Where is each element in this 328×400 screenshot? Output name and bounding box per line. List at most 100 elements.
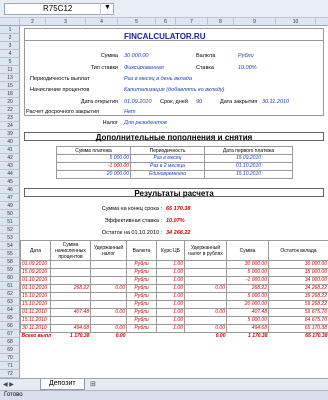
add-period[interactable]: Раз в 2 месяца	[130, 162, 205, 171]
add-date[interactable]: 01.10.2010	[204, 162, 293, 171]
select-all-corner[interactable]	[0, 18, 20, 26]
row-header[interactable]: 59	[0, 266, 20, 274]
row-currency: Рубли	[126, 292, 157, 301]
new-sheet-icon[interactable]: ⊞	[90, 380, 96, 388]
row-header[interactable]: 22	[0, 106, 20, 114]
row-header[interactable]: 39	[0, 130, 20, 138]
row-header[interactable]: 49	[0, 202, 20, 210]
row-tax-rub	[184, 300, 227, 309]
row-header[interactable]: 50	[0, 210, 20, 218]
add-date[interactable]: 15.10.2010	[204, 170, 293, 179]
row-header[interactable]: 70	[0, 354, 20, 362]
row-header[interactable]: 68	[0, 338, 20, 346]
table-row: 20 000.00 Единовременно 15.10.2010	[56, 170, 293, 179]
row-header[interactable]: 53	[0, 234, 20, 242]
row-header[interactable]: 13	[0, 74, 20, 82]
row-header[interactable]: 45	[0, 178, 20, 186]
row-currency: Рубли	[126, 316, 157, 325]
row-date: 15.09.2010	[20, 268, 51, 277]
tax-value[interactable]: Для резидентов	[124, 120, 167, 126]
tab-deposit[interactable]: Депозит	[40, 379, 85, 390]
row-interest: 494.68	[50, 324, 91, 333]
col-header[interactable]: 2	[20, 18, 46, 26]
table-row: 15.10.2010 Рубли 1.00 20 000.00 59 268.22	[20, 300, 328, 309]
row-header[interactable]: 4	[0, 50, 20, 58]
row-header[interactable]: 63	[0, 298, 20, 306]
row-header[interactable]: 54	[0, 242, 20, 250]
row-header[interactable]: 18	[0, 90, 20, 98]
name-box[interactable]: R75C12	[4, 3, 114, 15]
tab-nav-arrows-icon[interactable]: ◀ ▶	[3, 381, 14, 388]
row-header[interactable]: 52	[0, 226, 20, 234]
row-header[interactable]: 24	[0, 122, 20, 130]
row-header[interactable]: 5	[0, 58, 20, 66]
payout-value[interactable]: Раз в месяц в день вклада	[124, 76, 192, 82]
add-amount[interactable]: 20 000.00	[56, 170, 131, 179]
add-amount[interactable]: 5 000.00	[56, 154, 131, 163]
row-header[interactable]: 2	[0, 34, 20, 42]
add-date[interactable]: 15.09.2010	[204, 154, 293, 163]
term-value[interactable]: 90	[196, 99, 202, 105]
total-sum: 1 170.38	[248, 333, 268, 340]
row-header[interactable]: 40	[0, 138, 20, 146]
additions-title: Дополнительные пополнения и снятия	[24, 132, 324, 142]
row-interest	[50, 276, 91, 285]
row-header[interactable]: 11	[0, 66, 20, 74]
early-close-value[interactable]: Нет	[124, 109, 136, 115]
col-header[interactable]: 8	[208, 18, 234, 26]
add-amount[interactable]: -1 000.00	[56, 162, 131, 171]
row-header[interactable]: 1	[0, 26, 20, 34]
row-header[interactable]: 64	[0, 306, 20, 314]
row-header[interactable]: 67	[0, 330, 20, 338]
early-close-label: Расчет досрочного закрытия	[26, 109, 100, 115]
row-header[interactable]: 43	[0, 162, 20, 170]
row-header[interactable]: 42	[0, 154, 20, 162]
sum-value[interactable]: 30 000.00	[124, 53, 148, 59]
col-header[interactable]: 9	[234, 18, 276, 26]
payout-label: Периодичность выплат	[30, 76, 90, 82]
add-period[interactable]: Раз в месяц	[130, 154, 205, 163]
col-header[interactable]: 7	[176, 18, 208, 26]
chevron-down-icon[interactable]: ▼	[100, 3, 114, 15]
col-header[interactable]: 3	[46, 18, 86, 26]
col-header[interactable]: 5	[118, 18, 156, 26]
row-rate: 1.00	[156, 260, 185, 269]
row-header[interactable]: 20	[0, 98, 20, 106]
row-header[interactable]: 51	[0, 218, 20, 226]
row-header[interactable]: 61	[0, 282, 20, 290]
row-header[interactable]: 15	[0, 82, 20, 90]
th-tax: Удержанный налог	[90, 240, 127, 261]
row-header[interactable]: 72	[0, 370, 20, 378]
row-header[interactable]: 60	[0, 274, 20, 282]
row-rate: 1.00	[156, 316, 185, 325]
open-date-value[interactable]: 01.09.2010	[124, 99, 152, 105]
row-header[interactable]: 44	[0, 170, 20, 178]
row-interest: 268.22	[50, 284, 91, 293]
accrual-value[interactable]: Капитализация (добавлять ко вкладу)	[124, 87, 224, 93]
row-header[interactable]: 47	[0, 194, 20, 202]
results-table: Дата Сумма начисленных процентов Удержан…	[20, 240, 328, 341]
row-header[interactable]: 23	[0, 114, 20, 122]
col-header-period: Периодичность	[130, 146, 205, 155]
row-header[interactable]: 46	[0, 186, 20, 194]
col-header[interactable]: 10	[276, 18, 316, 26]
row-header[interactable]: 66	[0, 322, 20, 330]
end-sum-value: 65 170.38	[166, 206, 191, 212]
col-header[interactable]: 6	[156, 18, 176, 26]
rate-value[interactable]: 10.00%	[238, 65, 257, 71]
row-header[interactable]: 58	[0, 258, 20, 266]
th-date: Дата	[20, 240, 51, 261]
rate-type-value[interactable]: Фиксированная	[124, 65, 164, 71]
row-header[interactable]: 55	[0, 250, 20, 258]
row-header[interactable]: 71	[0, 362, 20, 370]
row-header[interactable]: 65	[0, 314, 20, 322]
row-tax-rub	[184, 276, 227, 285]
row-header[interactable]: 41	[0, 146, 20, 154]
row-header[interactable]: 3	[0, 42, 20, 50]
row-header[interactable]: 62	[0, 290, 20, 298]
currency-value[interactable]: Рубли	[238, 53, 254, 59]
col-header-amount: Сумма платежа	[56, 146, 131, 155]
row-header[interactable]: 69	[0, 346, 20, 354]
add-period[interactable]: Единовременно	[130, 170, 205, 179]
col-header[interactable]: 4	[86, 18, 118, 26]
